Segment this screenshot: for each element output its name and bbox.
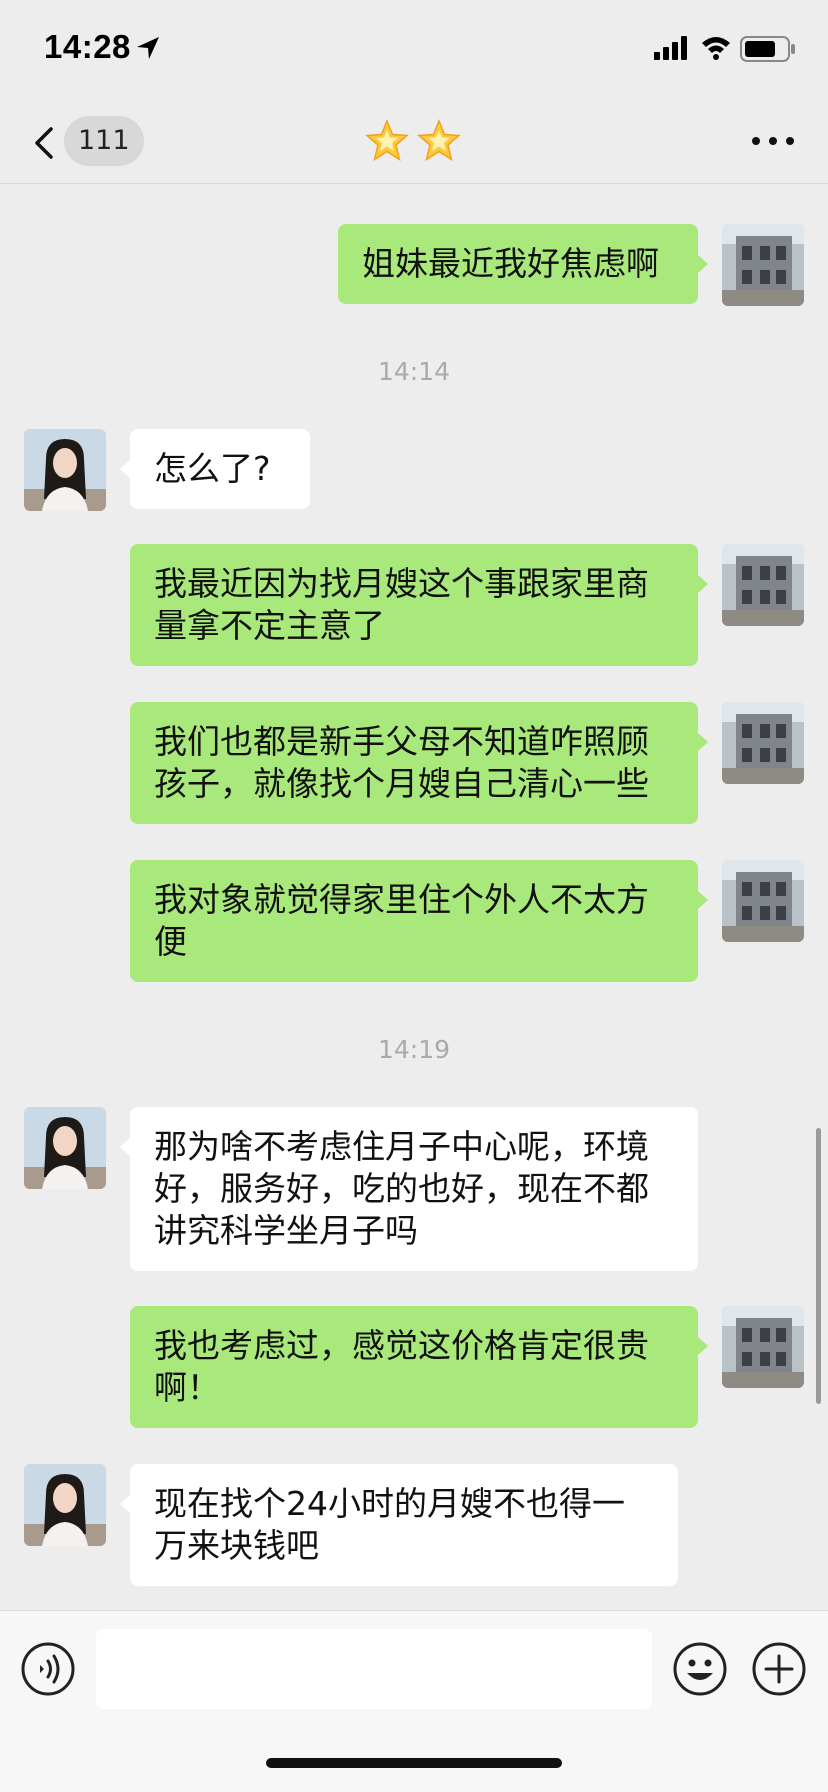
contact-avatar[interactable] — [24, 429, 106, 511]
my-avatar[interactable] — [722, 702, 804, 784]
battery-icon — [740, 36, 795, 62]
location-arrow-icon — [137, 37, 159, 59]
more-dots-icon[interactable] — [748, 126, 798, 156]
input-bar — [0, 1610, 828, 1792]
star-icon — [417, 119, 461, 162]
wifi-icon — [702, 37, 730, 60]
message-bubble-incoming[interactable]: 那为啥不考虑住月子中心呢，环境 好，服务好，吃的也好，现在不都 讲究科学坐月子吗 — [120, 1107, 698, 1271]
my-avatar[interactable] — [722, 544, 804, 626]
emoji-icon[interactable] — [672, 1641, 728, 1697]
my-avatar[interactable] — [722, 860, 804, 942]
message-bubble-outgoing[interactable]: 我对象就觉得家里住个外人不太方 便 — [130, 860, 708, 982]
contact-avatar[interactable] — [24, 1464, 106, 1546]
status-bar: 14:28 — [0, 0, 828, 100]
message-bubble-incoming[interactable]: 怎么了? — [120, 429, 310, 509]
my-avatar[interactable] — [722, 224, 804, 306]
time-divider: 14:19 — [377, 1035, 451, 1064]
message-bubble-outgoing[interactable]: 我最近因为找月嫂这个事跟家里商 量拿不定主意了 — [130, 544, 708, 666]
chevron-left-icon — [35, 127, 53, 159]
contact-avatar[interactable] — [24, 1107, 106, 1189]
my-avatar[interactable] — [722, 1306, 804, 1388]
message-bubble-outgoing[interactable]: 姐妹最近我好焦虑啊 — [338, 224, 708, 304]
chat-header: 111 — [0, 100, 828, 184]
message-bubble-outgoing[interactable]: 我们也都是新手父母不知道咋照顾 孩子，就像找个月嫂自己清心一些 — [130, 702, 708, 824]
time-divider: 14:14 — [377, 357, 451, 386]
home-indicator — [266, 1758, 562, 1768]
chat-message-list[interactable]: 姐妹最近我好焦虑啊 14:14 怎么了? 我最近因为找月嫂这个事跟家里商 量拿不… — [0, 185, 828, 1610]
back-button[interactable]: 111 — [26, 114, 144, 168]
message-bubble-incoming[interactable]: 现在找个24小时的月嫂不也得一 万来块钱吧 — [120, 1464, 678, 1586]
message-bubble-outgoing[interactable]: 我也考虑过，感觉这价格肯定很贵 啊！ — [130, 1306, 708, 1428]
cellular-signal-icon — [654, 36, 687, 60]
star-icon — [365, 119, 409, 162]
message-input[interactable] — [96, 1629, 652, 1709]
plus-icon[interactable] — [751, 1641, 807, 1697]
chat-title — [364, 118, 464, 166]
scrollbar[interactable] — [816, 1128, 821, 1404]
status-time: 14:28 — [44, 28, 131, 65]
voice-icon[interactable] — [20, 1641, 76, 1697]
unread-count-badge: 111 — [64, 116, 144, 166]
